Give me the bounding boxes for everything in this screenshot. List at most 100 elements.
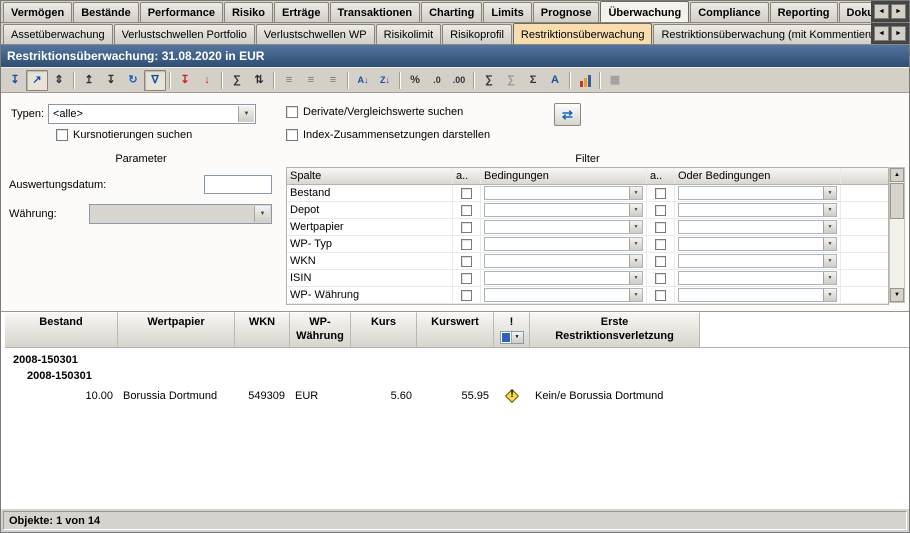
oder-bedingung-select[interactable]: ▼ <box>678 271 837 285</box>
first-violation-icon[interactable]: ↧ <box>174 70 196 91</box>
scroll-up-button[interactable]: ▲ <box>890 168 904 182</box>
scroll-down-button[interactable]: ▼ <box>890 288 904 302</box>
next-violation-icon[interactable]: ↓ <box>196 70 218 91</box>
sub-tab-verlustschwellen-wp[interactable]: Verlustschwellen WP <box>256 24 375 44</box>
bedingung-select[interactable]: ▼ <box>484 203 643 217</box>
and-checkbox[interactable] <box>461 188 472 199</box>
sort-updown-icon[interactable]: ⇅ <box>248 70 270 91</box>
group-row-depot[interactable]: 2008-150301 <box>5 368 909 384</box>
column-header-warn[interactable]: !▼ <box>494 312 530 347</box>
outline-level-1-icon[interactable]: ≡ <box>278 70 300 91</box>
import-icon[interactable]: ↧ <box>4 70 26 91</box>
sub-tab-restriktionsüberwachung-mit-kommentierung[interactable]: Restriktionsüberwachung (mit Kommentieru… <box>653 24 871 44</box>
and-checkbox[interactable] <box>655 256 666 267</box>
main-tab-compliance[interactable]: Compliance <box>690 2 768 22</box>
refresh-search-button[interactable]: ⇄ <box>554 103 581 126</box>
and-checkbox[interactable] <box>461 273 472 284</box>
waehrung-select[interactable]: ▼ <box>89 204 272 224</box>
subtotal-icon[interactable]: ∑ <box>478 70 500 91</box>
decimal-decrease-icon[interactable]: .00 <box>448 70 470 91</box>
column-header-verletzung[interactable]: Erste Restriktionsverletzung <box>530 312 700 347</box>
and-checkbox[interactable] <box>461 222 472 233</box>
sort-za-icon[interactable]: Z↓ <box>374 70 396 91</box>
decimal-increase-icon[interactable]: .0 <box>426 70 448 91</box>
oder-bedingung-select[interactable]: ▼ <box>678 237 837 251</box>
main-tab-prognose[interactable]: Prognose <box>533 2 600 22</box>
sigma-icon[interactable]: Σ <box>522 70 544 91</box>
main-tab-risiko[interactable]: Risiko <box>224 2 273 22</box>
grand-total-icon[interactable]: ∑ <box>500 70 522 91</box>
derivate-checkbox[interactable]: Derivate/Vergleichswerte suchen <box>286 106 463 118</box>
sub-tab-risikolimit[interactable]: Risikolimit <box>376 24 442 44</box>
main-tab-erträge[interactable]: Erträge <box>274 2 329 22</box>
index-zusammensetzungen-checkbox[interactable]: Index-Zusammensetzungen darstellen <box>286 129 490 141</box>
main-tab-reporting[interactable]: Reporting <box>770 2 838 22</box>
bedingung-select[interactable]: ▼ <box>484 288 643 302</box>
sum-column-icon[interactable]: ∑ <box>226 70 248 91</box>
percent-icon[interactable]: % <box>404 70 426 91</box>
group-row-portfolio[interactable]: 2008-150301 <box>5 352 909 368</box>
and-checkbox[interactable] <box>461 239 472 250</box>
sort-az-icon[interactable]: A↓ <box>352 70 374 91</box>
bedingung-select[interactable]: ▼ <box>484 271 643 285</box>
refresh-icon[interactable]: ↻ <box>122 70 144 91</box>
outline-level-3-icon[interactable]: ≡ <box>322 70 344 91</box>
sub-tab-assetüberwachung[interactable]: Assetüberwachung <box>3 24 113 44</box>
oder-bedingung-select[interactable]: ▼ <box>678 254 837 268</box>
main-tab-charting[interactable]: Charting <box>421 2 482 22</box>
and-checkbox[interactable] <box>655 188 666 199</box>
oder-bedingung-select[interactable]: ▼ <box>678 288 837 302</box>
and-checkbox[interactable] <box>655 222 666 233</box>
table-row[interactable]: 10.00Borussia Dortmund549309EUR5.6055.95… <box>5 384 909 408</box>
column-header-bestand[interactable]: Bestand <box>5 312 118 347</box>
typen-select[interactable]: <alle> ▼ <box>48 104 256 124</box>
column-header-wertpapier[interactable]: Wertpapier <box>118 312 235 347</box>
main-tab-transaktionen[interactable]: Transaktionen <box>330 2 421 22</box>
expand-branch-icon[interactable]: ↧ <box>100 70 122 91</box>
and-checkbox[interactable] <box>461 256 472 267</box>
sub-tabs-scroll-right-button[interactable]: ► <box>891 26 906 41</box>
and-checkbox[interactable] <box>655 239 666 250</box>
main-tab-performance[interactable]: Performance <box>140 2 223 22</box>
and-checkbox[interactable] <box>461 290 472 301</box>
bedingung-select[interactable]: ▼ <box>484 237 643 251</box>
sub-tabs-scroll-left-button[interactable]: ◄ <box>874 26 889 41</box>
and-checkbox[interactable] <box>655 205 666 216</box>
and-checkbox[interactable] <box>461 205 472 216</box>
filter-funnel-icon[interactable]: ∇ <box>144 70 166 91</box>
font-icon[interactable]: A <box>544 70 566 91</box>
main-tab-vermögen[interactable]: Vermögen <box>3 2 72 22</box>
oder-bedingung-select[interactable]: ▼ <box>678 186 837 200</box>
and-checkbox[interactable] <box>655 290 666 301</box>
expand-levels-icon[interactable]: ⇕ <box>48 70 70 91</box>
oder-bedingung-select[interactable]: ▼ <box>678 203 837 217</box>
chart-trend-icon[interactable]: ↗ <box>26 70 48 91</box>
column-header-kurswert[interactable]: Kurswert <box>417 312 494 347</box>
column-header-wkn[interactable]: WKN <box>235 312 290 347</box>
main-tabs-scroll-right-button[interactable]: ► <box>891 4 906 19</box>
sub-tab-verlustschwellen-portfolio[interactable]: Verlustschwellen Portfolio <box>114 24 255 44</box>
column-header-kurs[interactable]: Kurs <box>351 312 417 347</box>
violation-filter-dropdown[interactable]: ▼ <box>500 331 524 344</box>
oder-bedingung-select[interactable]: ▼ <box>678 220 837 234</box>
and-checkbox[interactable] <box>655 273 666 284</box>
main-tab-dokumen[interactable]: Dokumen <box>839 2 871 22</box>
collapse-branch-icon[interactable]: ↥ <box>78 70 100 91</box>
bedingung-select[interactable]: ▼ <box>484 186 643 200</box>
main-tabs-scroll-left-button[interactable]: ◄ <box>874 4 889 19</box>
kursnotierungen-checkbox[interactable]: Kursnotierungen suchen <box>56 129 192 141</box>
main-tab-bestände[interactable]: Bestände <box>73 2 139 22</box>
sub-tab-risikoprofil[interactable]: Risikoprofil <box>442 24 512 44</box>
outline-level-2-icon[interactable]: ≡ <box>300 70 322 91</box>
sub-tab-restriktionsüberwachung[interactable]: Restriktionsüberwachung <box>513 23 653 44</box>
bedingung-select[interactable]: ▼ <box>484 220 643 234</box>
bedingung-select[interactable]: ▼ <box>484 254 643 268</box>
column-header-wp_waehrung[interactable]: WP- Währung <box>290 312 351 347</box>
filter-grid-scrollbar[interactable]: ▲ ▼ <box>889 167 905 303</box>
chart-bars-icon[interactable] <box>574 70 596 91</box>
auswertungsdatum-input[interactable] <box>204 175 272 194</box>
main-tab-limits[interactable]: Limits <box>483 2 531 22</box>
exclamation-mark: ! <box>504 389 520 400</box>
main-tab-überwachung[interactable]: Überwachung <box>600 1 689 22</box>
scrollbar-thumb[interactable] <box>890 183 904 219</box>
